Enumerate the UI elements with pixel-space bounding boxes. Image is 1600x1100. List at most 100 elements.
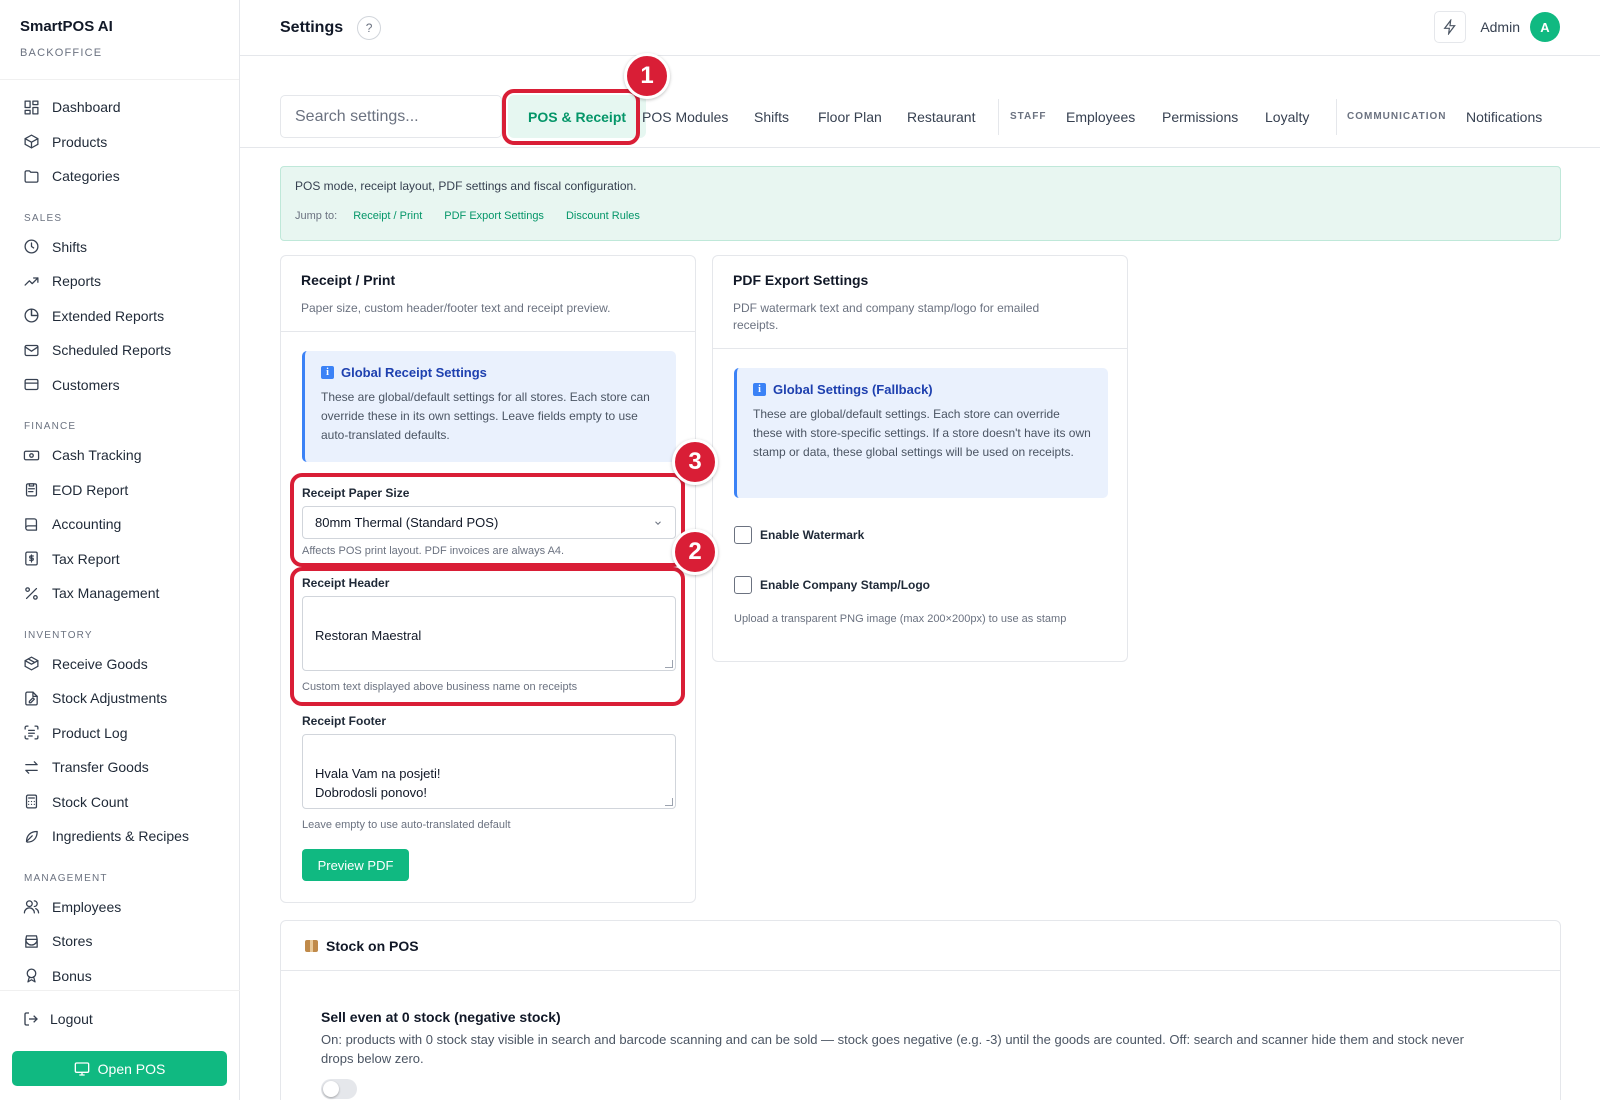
tab-loyalty[interactable]: Loyalty bbox=[1265, 95, 1309, 138]
page-title: Settings bbox=[280, 18, 344, 36]
sidebar-item-customers[interactable]: Customers bbox=[0, 368, 239, 403]
stock-on-pos-card: Stock on POS Sell even at 0 stock (negat… bbox=[280, 920, 1561, 1100]
sidebar-item-stock-count[interactable]: Stock Count bbox=[0, 785, 239, 820]
sidebar-nav: Dashboard Products Categories SALES Shifts Re… bbox=[0, 80, 239, 993]
card-subtitle: PDF watermark text and company stamp/log… bbox=[733, 301, 1040, 332]
settings-search-input[interactable] bbox=[280, 95, 502, 138]
sidebar-item-employees[interactable]: Employees bbox=[0, 890, 239, 925]
negative-stock-toggle[interactable] bbox=[321, 1079, 357, 1099]
brand: SmartPOS AI BACKOFFICE bbox=[0, 0, 239, 80]
receipt-footer-label: Receipt Footer bbox=[302, 714, 387, 728]
card-title: Receipt / Print bbox=[301, 272, 396, 288]
info-title-row: i Global Receipt Settings bbox=[321, 365, 660, 380]
jump-link-discount-rules[interactable]: Discount Rules bbox=[566, 210, 640, 222]
resize-handle[interactable] bbox=[665, 798, 673, 806]
tab-employees[interactable]: Employees bbox=[1066, 95, 1135, 138]
tab-divider bbox=[1336, 99, 1337, 135]
receipt-print-card: Receipt / Print Paper size, custom heade… bbox=[280, 255, 696, 903]
sidebar-item-label: Reports bbox=[52, 273, 102, 290]
sidebar-item-products[interactable]: Products bbox=[0, 125, 239, 160]
stamp-checkbox-row[interactable]: Enable Company Stamp/Logo bbox=[734, 576, 930, 594]
dollar-icon bbox=[22, 550, 40, 568]
avatar[interactable]: A bbox=[1530, 12, 1560, 42]
open-pos-button[interactable]: Open POS bbox=[12, 1051, 227, 1086]
quick-action-button[interactable] bbox=[1434, 11, 1467, 43]
package-icon bbox=[22, 655, 40, 673]
open-pos-label: Open POS bbox=[97, 1060, 166, 1077]
sidebar-item-dashboard[interactable]: Dashboard bbox=[0, 90, 239, 125]
sidebar-item-label: Accounting bbox=[52, 516, 122, 533]
sidebar-item-categories[interactable]: Categories bbox=[0, 159, 239, 194]
receipt-footer-hint: Leave empty to use auto-translated defau… bbox=[302, 819, 511, 831]
stamp-checkbox[interactable] bbox=[734, 576, 752, 594]
sidebar-item-tax-management[interactable]: Tax Management bbox=[0, 576, 239, 611]
help-icon[interactable]: ? bbox=[357, 15, 382, 40]
watermark-checkbox[interactable] bbox=[734, 526, 752, 544]
sidebar-item-cash-tracking[interactable]: Cash Tracking bbox=[0, 438, 239, 473]
tab-pos-modules[interactable]: POS Modules bbox=[642, 95, 728, 138]
logout-label: Logout bbox=[50, 1011, 93, 1027]
tab-group-staff: STAFF bbox=[1010, 111, 1047, 122]
logout-link[interactable]: Logout bbox=[0, 1005, 240, 1033]
annotation-badge-3: 3 bbox=[672, 439, 718, 485]
trending-icon bbox=[22, 272, 40, 290]
sidebar-item-label: Employees bbox=[52, 898, 122, 915]
tab-restaurant[interactable]: Restaurant bbox=[907, 95, 975, 138]
sidebar-item-accounting[interactable]: Accounting bbox=[0, 507, 239, 542]
brand-title: SmartPOS AI bbox=[20, 18, 113, 35]
tab-floor-plan[interactable]: Floor Plan bbox=[818, 95, 882, 138]
cash-icon bbox=[22, 446, 40, 464]
sidebar-item-shifts[interactable]: Shifts bbox=[0, 230, 239, 265]
sidebar-item-label: Tax Management bbox=[52, 585, 160, 602]
tab-notifications[interactable]: Notifications bbox=[1466, 95, 1542, 138]
sidebar-item-label: Customers bbox=[52, 376, 120, 393]
nav-section-finance: FINANCE bbox=[24, 421, 77, 432]
sidebar-item-ingredients-recipes[interactable]: Ingredients & Recipes bbox=[0, 819, 239, 854]
receipt-footer-textarea[interactable]: Hvala Vam na posjeti! Dobrodosli ponovo! bbox=[302, 734, 676, 809]
tab-pos-receipt[interactable]: POS & Receipt bbox=[508, 95, 647, 138]
transfer-icon bbox=[22, 758, 40, 776]
store-icon bbox=[22, 932, 40, 950]
user-name[interactable]: Admin bbox=[1480, 19, 1520, 35]
info-icon: i bbox=[753, 383, 766, 396]
file-edit-icon bbox=[22, 689, 40, 707]
tab-group-communication: COMMUNICATION bbox=[1347, 111, 1447, 122]
info-title: Global Settings (Fallback) bbox=[773, 382, 933, 397]
receipt-header-hint: Custom text displayed above business nam… bbox=[302, 681, 578, 693]
card-header: Stock on POS bbox=[281, 921, 1560, 971]
sidebar-item-scheduled-reports[interactable]: Scheduled Reports bbox=[0, 333, 239, 368]
folder-icon bbox=[22, 167, 40, 185]
receipt-header-textarea[interactable]: Restoran Maestral bbox=[302, 596, 676, 671]
tab-permissions[interactable]: Permissions bbox=[1162, 95, 1238, 138]
sidebar-item-eod-report[interactable]: EOD Report bbox=[0, 473, 239, 508]
sidebar-item-stores[interactable]: Stores bbox=[0, 924, 239, 959]
top-header: Settings ? Admin A bbox=[240, 0, 1600, 56]
watermark-checkbox-row[interactable]: Enable Watermark bbox=[734, 526, 864, 544]
sidebar-item-bonus[interactable]: Bonus bbox=[0, 959, 239, 994]
mail-icon bbox=[22, 341, 40, 359]
jump-link-receipt[interactable]: Receipt / Print bbox=[353, 210, 422, 222]
logout-icon bbox=[22, 1010, 40, 1028]
sidebar-item-label: Tax Report bbox=[52, 550, 120, 567]
sidebar-item-tax-report[interactable]: Tax Report bbox=[0, 542, 239, 577]
paper-size-select[interactable]: 80mm Thermal (Standard POS) bbox=[302, 506, 676, 539]
paper-size-value: 80mm Thermal (Standard POS) bbox=[315, 515, 499, 530]
jump-link-pdf-export[interactable]: PDF Export Settings bbox=[444, 210, 544, 222]
nav-section-inventory: INVENTORY bbox=[24, 629, 93, 641]
sidebar-item-product-log[interactable]: Product Log bbox=[0, 716, 239, 751]
sidebar-item-extended-reports[interactable]: Extended Reports bbox=[0, 299, 239, 334]
sidebar-item-receive-goods[interactable]: Receive Goods bbox=[0, 647, 239, 682]
info-text: These are global/default settings for al… bbox=[321, 390, 650, 442]
sidebar-item-label: Dashboard bbox=[52, 99, 121, 116]
preview-pdf-button[interactable]: Preview PDF bbox=[302, 849, 409, 881]
stamp-hint: Upload a transparent PNG image (max 200×… bbox=[734, 613, 1067, 625]
resize-handle[interactable] bbox=[665, 660, 673, 668]
sidebar-item-reports[interactable]: Reports bbox=[0, 264, 239, 299]
tab-shifts[interactable]: Shifts bbox=[754, 95, 789, 138]
sidebar-item-transfer-goods[interactable]: Transfer Goods bbox=[0, 750, 239, 785]
sidebar-item-stock-adjustments[interactable]: Stock Adjustments bbox=[0, 681, 239, 716]
sidebar-item-label: Shifts bbox=[52, 238, 88, 255]
chevron-down-icon bbox=[653, 518, 663, 531]
sidebar-item-label: Cash Tracking bbox=[52, 447, 142, 464]
dashboard-icon bbox=[22, 98, 40, 116]
